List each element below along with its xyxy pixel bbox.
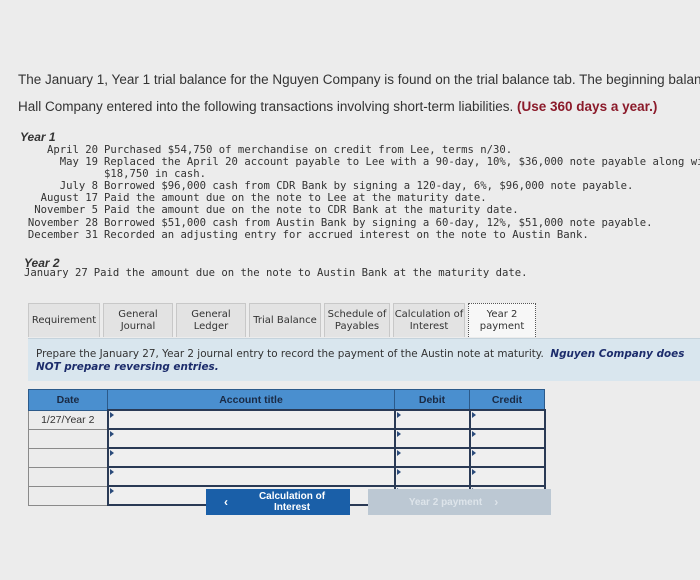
next-tab-label: Year 2 payment xyxy=(408,496,483,508)
account-title-input[interactable] xyxy=(108,468,394,485)
transaction-text: Recorded an adjusting entry for accrued … xyxy=(104,228,589,241)
date-cell: 1/27/Year 2 xyxy=(28,409,108,430)
credit-cell xyxy=(468,466,546,487)
instruction-main: Prepare the January 27, Year 2 journal e… xyxy=(36,348,544,360)
credit-input[interactable] xyxy=(470,411,544,428)
debit-input[interactable] xyxy=(395,468,469,485)
debit-input[interactable] xyxy=(395,430,469,447)
journal-row xyxy=(28,447,546,468)
transaction-line: May 19 Replaced the April 20 account paya… xyxy=(0,156,700,168)
chevron-left-icon: ‹ xyxy=(224,495,228,509)
debit-cell xyxy=(393,428,471,449)
transaction-line: April 20 Purchased $54,750 of merchandise… xyxy=(0,144,700,156)
year-1-heading: Year 1 xyxy=(20,130,56,144)
transaction-line: November 28 Borrowed $51,000 cash from Au… xyxy=(0,217,700,229)
transaction-line: January 27 Paid the amount due on the not… xyxy=(24,267,527,279)
account-cell xyxy=(106,447,396,468)
debit-cell xyxy=(393,447,471,468)
intro-highlight: (Use 360 days a year.) xyxy=(517,99,658,114)
chevron-right-icon: › xyxy=(494,495,499,509)
intro-line-2: Hall Company entered into the following … xyxy=(18,99,657,114)
intro-text: Hall Company entered into the following … xyxy=(18,99,514,114)
header-debit: Debit xyxy=(394,389,470,411)
credit-input[interactable] xyxy=(470,468,544,485)
account-title-input[interactable] xyxy=(108,411,394,428)
transaction-text: Paid the amount due on the note to Austi… xyxy=(93,267,528,279)
transaction-text: Paid the amount due on the note to CDR B… xyxy=(104,204,519,217)
journal-row xyxy=(28,428,546,449)
instruction-text: Prepare the January 27, Year 2 journal e… xyxy=(36,348,684,374)
tab-general-ledger[interactable]: General Ledger xyxy=(176,303,246,337)
account-title-input[interactable] xyxy=(108,430,394,447)
date-cell xyxy=(28,428,108,449)
credit-cell xyxy=(468,409,546,430)
transaction-date: April 20 xyxy=(46,144,98,156)
transaction-date: July 8 xyxy=(59,180,98,193)
year-1-transactions: April 20 Purchased $54,750 of merchandise… xyxy=(0,144,700,241)
transaction-line: November 5 Paid the amount due on the not… xyxy=(0,204,700,216)
tab-calculation-of-interest[interactable]: Calculation of Interest xyxy=(393,303,465,337)
intro-line-1: The January 1, Year 1 trial balance for … xyxy=(18,72,700,87)
header-date: Date xyxy=(28,389,108,411)
debit-input[interactable] xyxy=(395,449,469,466)
account-cell xyxy=(106,409,396,430)
header-credit: Credit xyxy=(469,389,545,411)
transaction-text: Borrowed $51,000 cash from Austin Bank b… xyxy=(104,216,653,229)
tab-general-journal[interactable]: General Journal xyxy=(103,303,173,337)
transaction-text: Replaced the April 20 account payable to… xyxy=(104,156,700,169)
header-account-title: Account title xyxy=(107,389,395,411)
journal-row xyxy=(28,466,546,487)
debit-input[interactable] xyxy=(395,411,469,428)
transaction-line: July 8 Borrowed $96,000 cash from CDR Ban… xyxy=(0,180,700,192)
transaction-date: January 27 xyxy=(24,267,88,279)
date-cell xyxy=(28,485,108,506)
instruction-panel: Prepare the January 27, Year 2 journal e… xyxy=(28,338,700,381)
tab-bar: Requirement General Journal General Ledger… xyxy=(28,303,539,337)
transaction-date: November 28 xyxy=(27,216,98,229)
tab-year-2-payment[interactable]: Year 2 payment xyxy=(468,303,536,337)
date-cell xyxy=(28,466,108,487)
credit-cell xyxy=(468,447,546,468)
transaction-date: May 19 xyxy=(59,156,98,169)
transaction-text: Paid the amount due on the note to Lee a… xyxy=(104,192,487,205)
transaction-line: August 17 Paid the amount due on the note… xyxy=(0,192,700,204)
account-cell xyxy=(106,466,396,487)
journal-row: 1/27/Year 2 xyxy=(28,409,546,430)
transaction-line: $18,750 in cash. xyxy=(0,168,700,180)
date-cell xyxy=(28,447,108,468)
transaction-line: December 31 Recorded an adjusting entry f… xyxy=(0,229,700,241)
transaction-text: $18,750 in cash. xyxy=(104,168,207,181)
year-2-transactions: January 27 Paid the amount due on the not… xyxy=(24,267,527,279)
account-title-input[interactable] xyxy=(108,449,394,466)
account-cell xyxy=(106,428,396,449)
transaction-date: November 5 xyxy=(34,204,98,217)
tab-schedule-of-payables[interactable]: Schedule of Payables xyxy=(324,303,390,337)
prev-tab-button[interactable]: ‹ Calculation of Interest xyxy=(206,489,350,515)
prev-tab-label: Calculation of Interest xyxy=(258,491,326,513)
credit-cell xyxy=(468,428,546,449)
transaction-text: Borrowed $96,000 cash from CDR Bank by s… xyxy=(104,180,634,193)
debit-cell xyxy=(393,409,471,430)
next-tab-button[interactable]: Year 2 payment › xyxy=(368,489,551,515)
credit-input[interactable] xyxy=(470,449,544,466)
transaction-date: December 31 xyxy=(27,228,98,241)
credit-input[interactable] xyxy=(470,430,544,447)
tab-requirement[interactable]: Requirement xyxy=(28,303,100,337)
tab-trial-balance[interactable]: Trial Balance xyxy=(249,303,321,337)
debit-cell xyxy=(393,466,471,487)
transaction-date: August 17 xyxy=(40,192,98,205)
transaction-text: Purchased $54,750 of merchandise on cred… xyxy=(104,144,513,156)
